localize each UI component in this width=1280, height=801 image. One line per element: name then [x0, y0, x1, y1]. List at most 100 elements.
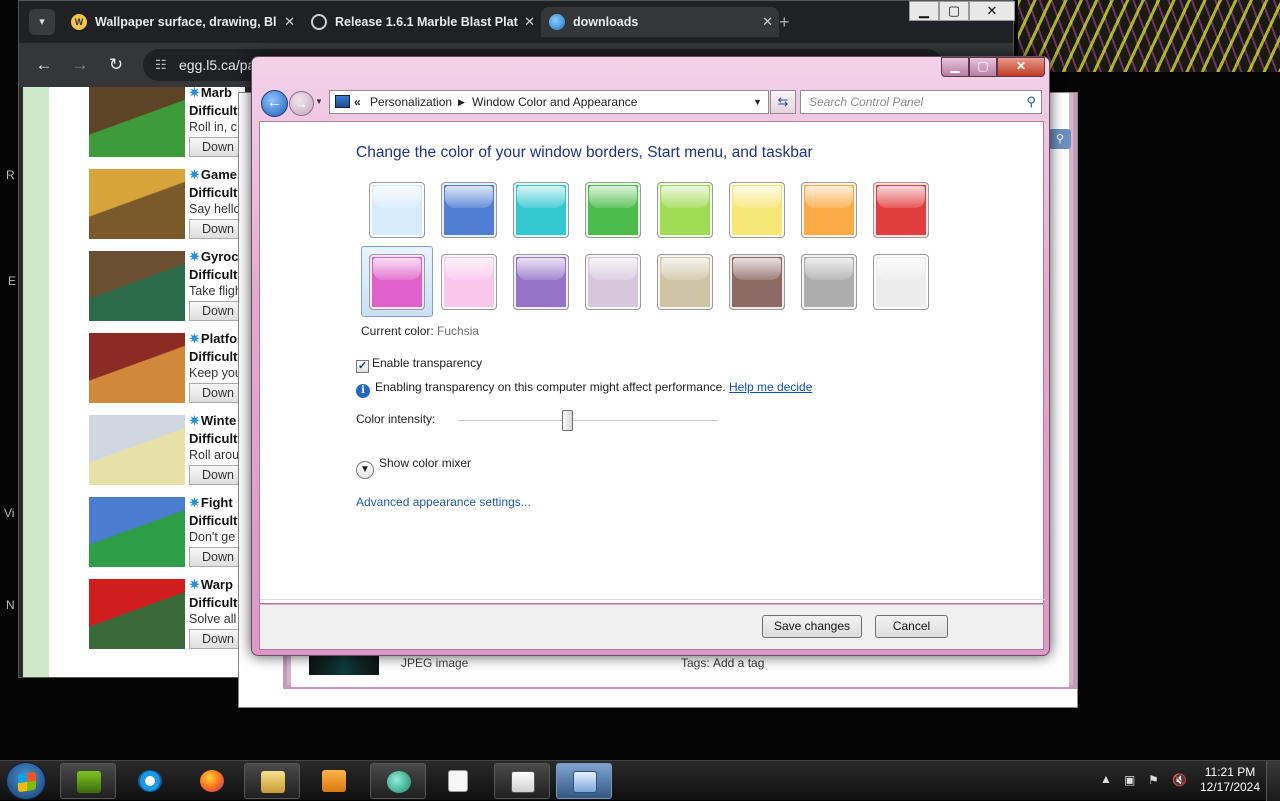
forward-arrow-icon[interactable]: →	[289, 91, 314, 116]
network-icon[interactable]: ▣	[1124, 773, 1135, 787]
breadcrumb-separator-icon[interactable]: ▶	[458, 91, 465, 113]
slider-thumb[interactable]	[562, 410, 574, 431]
breadcrumb[interactable]: « Personalization ▶ Window Color and App…	[329, 90, 769, 114]
color-swatch-lime[interactable]	[657, 182, 713, 238]
action-center-flag-icon[interactable]: ⚑	[1148, 773, 1159, 787]
enable-transparency-row[interactable]: ✓ Enable transparency	[356, 356, 482, 373]
refresh-button[interactable]: ⇆	[770, 90, 796, 114]
level-title[interactable]: ✷Winte	[189, 413, 236, 429]
level-title[interactable]: ✷Gyroc	[189, 249, 238, 265]
level-title[interactable]: ✷Warp	[189, 577, 233, 593]
chevron-down-icon[interactable]: ▼	[356, 461, 374, 479]
browser-tab-release[interactable]: Release 1.6.1 Marble Blast Plat ✕	[303, 7, 541, 37]
color-swatch-ruby[interactable]	[873, 182, 929, 238]
taskbar-notepad[interactable]	[432, 763, 488, 799]
level-thumbnail[interactable]	[89, 87, 185, 157]
taskbar-internet-explorer[interactable]	[122, 763, 178, 799]
close-tab-icon[interactable]: ✕	[284, 7, 295, 37]
taskbar-explorer[interactable]	[244, 763, 300, 799]
taskbar-app[interactable]	[370, 763, 426, 799]
download-button[interactable]: Down	[189, 137, 245, 157]
color-mixer-label[interactable]: Show color mixer	[379, 456, 471, 470]
close-tab-icon[interactable]: ✕	[524, 7, 535, 37]
chevron-down-icon[interactable]: ▼	[753, 91, 762, 113]
forward-arrow-icon[interactable]: →	[69, 54, 91, 76]
download-button[interactable]: Down	[189, 629, 245, 649]
show-desktop-button[interactable]	[1266, 761, 1280, 801]
color-swatch-twilight[interactable]	[441, 182, 497, 238]
download-button[interactable]: Down	[189, 383, 245, 403]
level-thumbnail[interactable]	[89, 333, 185, 403]
tab-title: Release 1.6.1 Marble Blast Plat	[335, 15, 518, 29]
search-input[interactable]: Search Control Panel ⚲	[800, 90, 1042, 114]
level-thumbnail[interactable]	[89, 579, 185, 649]
level-thumbnail[interactable]	[89, 169, 185, 239]
show-hidden-icons[interactable]: ▲	[1100, 772, 1112, 786]
taskbar-control-panel[interactable]	[556, 763, 612, 799]
enable-transparency-label[interactable]: Enable transparency	[372, 356, 482, 370]
tab-search-button[interactable]: ▾	[29, 9, 55, 35]
color-swatch-blush[interactable]	[441, 254, 497, 310]
download-button[interactable]: Down	[189, 219, 245, 239]
level-thumbnail[interactable]	[89, 415, 185, 485]
system-clock[interactable]: 11:21 PM 12/17/2024	[1196, 765, 1264, 795]
maximize-button[interactable]: ▢	[969, 57, 997, 77]
transparency-checkbox[interactable]: ✓	[356, 360, 369, 373]
window-color-dialog[interactable]: ▁ ▢ ✕ ← → ▼ « Personalization ▶ Window C…	[251, 56, 1050, 656]
tags-value[interactable]: Add a tag	[713, 656, 764, 670]
volume-muted-icon[interactable]: 🔇	[1172, 773, 1187, 787]
browser-tab-downloads[interactable]: downloads ✕	[541, 7, 779, 37]
taskbar-console[interactable]	[494, 763, 550, 799]
start-button[interactable]	[6, 762, 46, 800]
tab-title: downloads	[573, 15, 639, 29]
close-button[interactable]: ✕	[997, 57, 1045, 77]
color-swatch-leaf[interactable]	[585, 182, 641, 238]
download-button[interactable]: Down	[189, 465, 245, 485]
minimize-button[interactable]: ▁	[941, 57, 969, 77]
breadcrumb-window-color[interactable]: Window Color and Appearance	[472, 91, 637, 113]
color-swatch-lavender[interactable]	[585, 254, 641, 310]
search-icon[interactable]: ⚲	[1049, 129, 1071, 149]
color-swatch-slate[interactable]	[801, 254, 857, 310]
color-swatch-fuchsia[interactable]	[369, 254, 425, 310]
browser-maximize-button[interactable]: ▢	[939, 1, 969, 21]
level-thumbnail[interactable]	[89, 251, 185, 321]
download-button[interactable]: Down	[189, 547, 245, 567]
reload-icon[interactable]: ↻	[105, 54, 127, 76]
level-title[interactable]: ✷Platfo	[189, 331, 237, 347]
back-arrow-icon[interactable]: ←	[261, 90, 288, 117]
browser-close-button[interactable]: ✕	[969, 1, 1015, 21]
color-swatch-sky[interactable]	[369, 182, 425, 238]
cancel-button[interactable]: Cancel	[875, 615, 948, 638]
close-tab-icon[interactable]: ✕	[762, 7, 773, 37]
browser-tab-wallpaper[interactable]: W Wallpaper surface, drawing, Bl ✕	[63, 7, 301, 37]
back-arrow-icon[interactable]: ←	[33, 54, 55, 76]
level-title[interactable]: ✷Game	[189, 167, 237, 183]
color-swatch-sun[interactable]	[729, 182, 785, 238]
color-mixer-toggle[interactable]: ▼ Show color mixer	[356, 456, 471, 479]
taskbar-media-player[interactable]	[306, 763, 362, 799]
color-swatch-chocolate[interactable]	[729, 254, 785, 310]
advanced-appearance-link[interactable]: Advanced appearance settings...	[356, 495, 531, 509]
level-title[interactable]: ✷Marb	[189, 87, 232, 101]
color-swatch-taupe[interactable]	[657, 254, 713, 310]
download-button[interactable]: Down	[189, 301, 245, 321]
taskbar-firefox[interactable]	[184, 763, 240, 799]
color-swatch-violet[interactable]	[513, 254, 569, 310]
color-intensity-slider[interactable]	[458, 420, 718, 422]
help-me-decide-link[interactable]: Help me decide	[729, 380, 812, 394]
level-thumbnail[interactable]	[89, 497, 185, 567]
save-changes-button[interactable]: Save changes	[762, 615, 862, 638]
level-difficulty: Difficulty	[189, 513, 245, 528]
breadcrumb-overflow[interactable]: «	[354, 91, 361, 113]
color-swatch-frost[interactable]	[873, 254, 929, 310]
breadcrumb-personalization[interactable]: Personalization	[370, 91, 452, 113]
new-tab-button[interactable]: +	[779, 9, 790, 35]
level-title[interactable]: ✷Fight	[189, 495, 233, 511]
browser-minimize-button[interactable]: ▁	[909, 1, 939, 21]
recent-pages-icon[interactable]: ▼	[315, 97, 323, 106]
site-settings-icon[interactable]: ☷	[155, 49, 167, 81]
color-swatch-sea[interactable]	[513, 182, 569, 238]
color-swatch-pumpkin[interactable]	[801, 182, 857, 238]
taskbar-nvidia[interactable]	[60, 763, 116, 799]
